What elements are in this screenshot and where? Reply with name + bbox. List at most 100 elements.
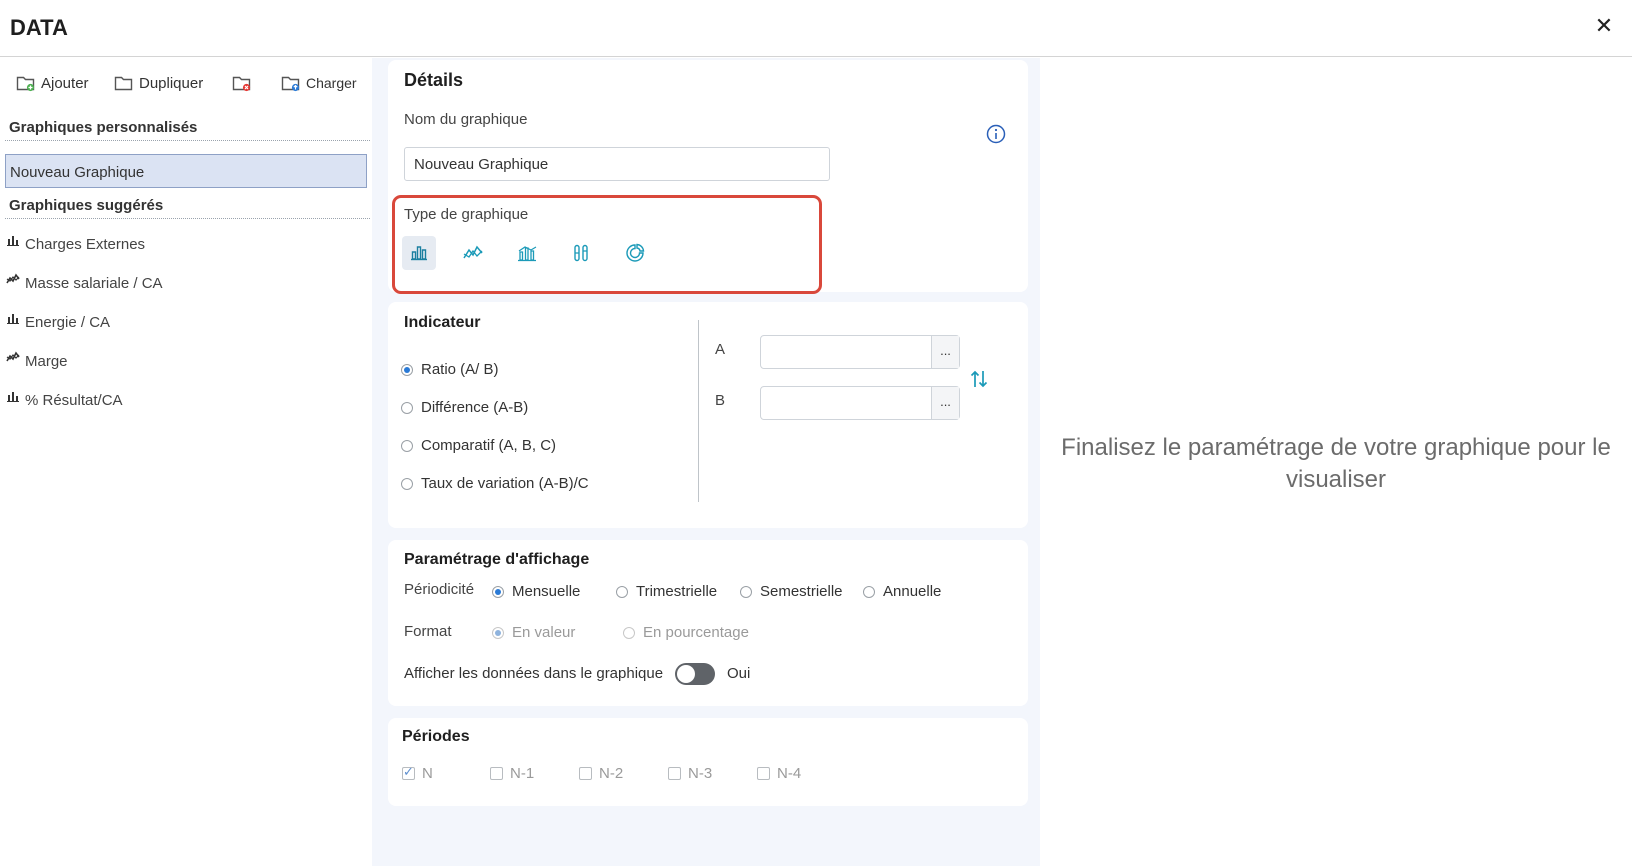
- periods-title: Périodes: [402, 728, 470, 745]
- radio-dot: [863, 585, 875, 598]
- chart-type-bar-button[interactable]: [402, 236, 436, 270]
- add-button-label: Ajouter: [41, 74, 89, 92]
- checkbox-label: N: [422, 765, 433, 782]
- duplicate-button-label: Dupliquer: [139, 74, 204, 92]
- field-a-label: A: [715, 341, 726, 358]
- format-valeur-radio[interactable]: En valeur: [492, 624, 575, 641]
- divider: [698, 320, 699, 502]
- checkbox-label: N-4: [777, 765, 802, 782]
- radio-label: Différence (A-B): [421, 399, 529, 416]
- swap-icon[interactable]: [968, 368, 990, 390]
- periodicity-mensuelle-radio[interactable]: Mensuelle: [492, 583, 580, 600]
- checkbox-label: N-2: [599, 765, 624, 782]
- column-chart-icon: [574, 244, 588, 262]
- periodicity-annuelle-radio[interactable]: Annuelle: [863, 583, 941, 600]
- indicator-difference-radio[interactable]: Différence (A-B): [401, 399, 528, 416]
- radio-dot: [401, 401, 413, 414]
- chart-type-donut-button[interactable]: [618, 236, 652, 270]
- indicator-comparatif-radio[interactable]: Comparatif (A, B, C): [401, 437, 556, 454]
- folder-icon: [114, 76, 133, 91]
- indicator-ratio-radio[interactable]: Ratio (A/ B): [401, 361, 499, 378]
- preview-message-line1: Finalisez le paramétrage de votre graphi…: [1061, 434, 1611, 461]
- duplicate-button[interactable]: Dupliquer: [114, 71, 203, 95]
- periods-card: [388, 718, 1028, 806]
- indicator-title: Indicateur: [404, 314, 481, 331]
- format-label: Format: [404, 623, 452, 640]
- chart-list-panel: Ajouter Dupliquer Charger Graphiques per…: [0, 58, 372, 866]
- field-b-label: B: [715, 392, 726, 409]
- indicator-taux-radio[interactable]: Taux de variation (A-B)/C: [401, 475, 589, 492]
- suggested-item-marge[interactable]: Marge: [6, 349, 68, 373]
- radio-label: Comparatif (A, B, C): [421, 437, 557, 454]
- chart-type-combo-button[interactable]: [510, 236, 544, 270]
- radio-dot: [401, 439, 413, 452]
- suggested-item-label: Masse salariale / CA: [25, 274, 163, 292]
- line-chart-icon: [6, 351, 20, 362]
- period-n3-checkbox[interactable]: N-3: [668, 765, 712, 782]
- suggested-item-label: Energie / CA: [25, 313, 111, 331]
- radio-label: Semestrielle: [760, 583, 843, 600]
- radio-dot: [616, 585, 628, 598]
- suggested-item-resultat[interactable]: % Résultat/CA: [6, 388, 123, 412]
- field-a-input[interactable]: ...: [760, 335, 960, 369]
- period-n4-checkbox[interactable]: N-4: [757, 765, 801, 782]
- periodicity-trimestrielle-radio[interactable]: Trimestrielle: [616, 583, 717, 600]
- add-button[interactable]: Ajouter: [16, 71, 89, 95]
- suggested-charts-heading: Graphiques suggérés: [9, 197, 164, 214]
- preview-message-line2: visualiser: [1285, 466, 1387, 493]
- radio-label: Trimestrielle: [636, 583, 718, 600]
- checkbox-box: [668, 767, 681, 780]
- field-b-picker-button[interactable]: ...: [931, 387, 959, 419]
- folder-add-icon: [16, 76, 35, 92]
- donut-chart-icon: [626, 243, 645, 262]
- checkbox-box: [757, 767, 770, 780]
- suggested-item-masse-salariale[interactable]: Masse salariale / CA: [6, 271, 163, 295]
- bar-chart-icon: [411, 246, 427, 261]
- radio-label: En valeur: [512, 624, 576, 641]
- suggested-item-charges-externes[interactable]: Charges Externes: [6, 232, 145, 256]
- radio-dot: [492, 626, 504, 639]
- chart-type-column-button[interactable]: [564, 236, 598, 270]
- suggested-item-label: % Résultat/CA: [25, 391, 123, 409]
- radio-label: Taux de variation (A-B)/C: [421, 475, 589, 492]
- divider: [5, 140, 370, 141]
- checkbox-label: N-3: [688, 765, 713, 782]
- custom-charts-heading: Graphiques personnalisés: [9, 119, 198, 136]
- bar-chart-icon: [7, 236, 19, 246]
- load-button[interactable]: Charger: [281, 71, 357, 95]
- line-chart-icon: [463, 245, 483, 259]
- periodicity-semestrielle-radio[interactable]: Semestrielle: [740, 583, 843, 600]
- period-n1-checkbox[interactable]: N-1: [490, 765, 534, 782]
- suggested-item-energie[interactable]: Energie / CA: [6, 310, 110, 334]
- checkbox-box: [490, 767, 503, 780]
- suggested-item-label: Charges Externes: [25, 235, 146, 253]
- period-n2-checkbox[interactable]: N-2: [579, 765, 623, 782]
- periodicity-label: Périodicité: [404, 581, 475, 598]
- radio-dot: [623, 626, 635, 639]
- chart-type-label: Type de graphique: [404, 206, 529, 223]
- format-pourcentage-radio[interactable]: En pourcentage: [623, 624, 749, 641]
- radio-dot: [401, 477, 413, 490]
- delete-button[interactable]: [232, 71, 257, 95]
- custom-chart-item[interactable]: Nouveau Graphique: [5, 154, 367, 188]
- info-icon[interactable]: [986, 124, 1006, 144]
- list-toolbar: Ajouter Dupliquer Charger: [0, 66, 372, 100]
- checkbox-label: N-1: [510, 765, 535, 782]
- field-a-picker-button[interactable]: ...: [931, 336, 959, 368]
- period-n-checkbox[interactable]: N: [402, 764, 433, 782]
- checkbox-box: [579, 767, 592, 780]
- field-b-input[interactable]: ...: [760, 386, 960, 420]
- radio-label: Annuelle: [883, 583, 942, 600]
- radio-label: En pourcentage: [643, 624, 749, 641]
- chart-name-input[interactable]: [404, 147, 830, 181]
- header-bar: DATA ✕: [0, 0, 1632, 57]
- chart-type-line-button[interactable]: [456, 236, 490, 270]
- checkbox-box: [402, 764, 415, 780]
- close-icon[interactable]: ✕: [1592, 14, 1616, 38]
- suggested-item-label: Marge: [25, 352, 68, 370]
- show-data-toggle[interactable]: [675, 663, 715, 685]
- preview-placeholder: Finalisez le paramétrage de votre graphi…: [1040, 432, 1632, 496]
- folder-load-icon: [281, 76, 300, 92]
- divider: [5, 218, 370, 219]
- folder-delete-icon: [232, 76, 251, 92]
